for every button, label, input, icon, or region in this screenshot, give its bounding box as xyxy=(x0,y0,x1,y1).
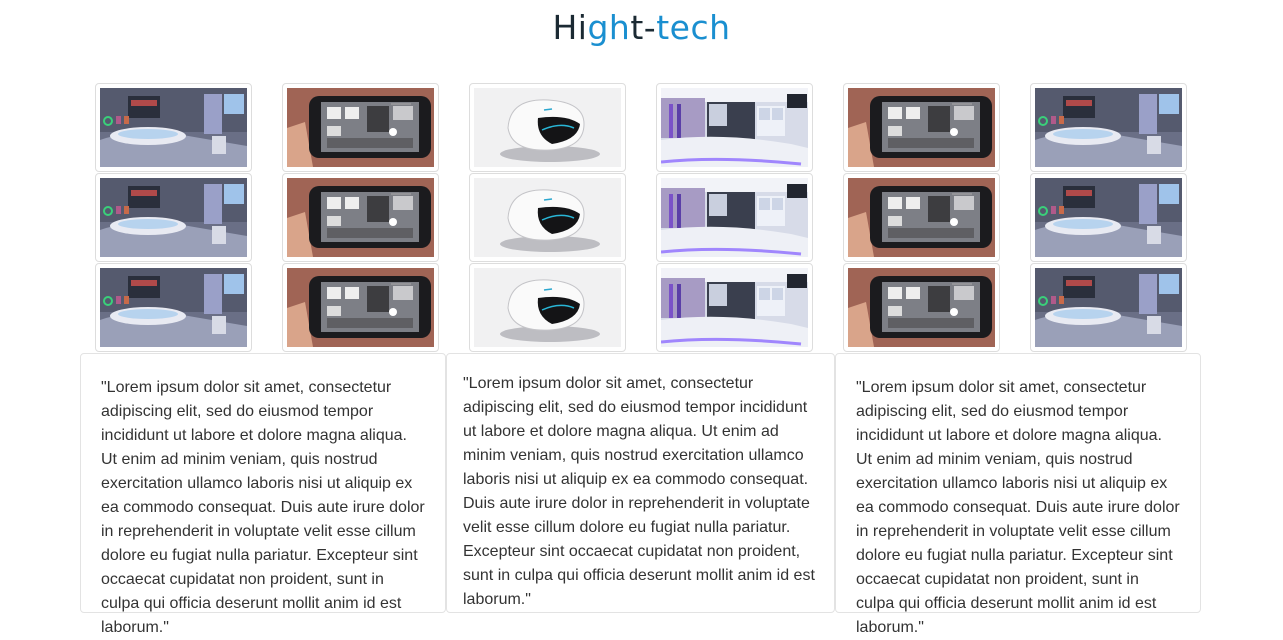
thumbnail[interactable] xyxy=(843,263,1000,352)
smartphone-app-image xyxy=(287,88,434,167)
kitchen-image xyxy=(661,88,808,167)
bathroom-image xyxy=(1035,178,1182,257)
text-card: "Lorem ipsum dolor sit amet, consectetur… xyxy=(835,353,1201,636)
bathroom-image xyxy=(100,268,247,347)
smartphone-app-image xyxy=(848,268,995,347)
bathroom-image xyxy=(1035,88,1182,167)
thumbnail[interactable] xyxy=(469,173,626,262)
bathroom-image xyxy=(100,178,247,257)
thumbnail[interactable] xyxy=(469,263,626,352)
smartphone-app-image xyxy=(848,178,995,257)
thumbnail[interactable] xyxy=(282,173,439,262)
card-text: "Lorem ipsum dolor sit amet, consectetur… xyxy=(463,375,815,608)
thumbnail[interactable] xyxy=(1030,263,1187,352)
kitchen-image xyxy=(661,268,808,347)
smart-device-image xyxy=(474,268,621,347)
logo-part: gh xyxy=(587,8,631,47)
thumbnail[interactable] xyxy=(843,83,1000,172)
text-card: "Lorem ipsum dolor sit amet, consectetur… xyxy=(446,353,835,613)
thumbnail[interactable] xyxy=(282,263,439,352)
logo-part: t- xyxy=(630,8,657,47)
card-text: "Lorem ipsum dolor sit amet, consectetur… xyxy=(856,379,1180,636)
smartphone-app-image xyxy=(287,268,434,347)
site-logo[interactable]: Hight-tech xyxy=(0,8,1283,48)
thumbnail[interactable] xyxy=(1030,83,1187,172)
kitchen-image xyxy=(661,178,808,257)
thumbnail[interactable] xyxy=(95,173,252,262)
bathroom-image xyxy=(1035,268,1182,347)
text-card: "Lorem ipsum dolor sit amet, consectetur… xyxy=(80,353,446,636)
smartphone-app-image xyxy=(848,88,995,167)
thumbnail[interactable] xyxy=(282,83,439,172)
thumbnail[interactable] xyxy=(843,173,1000,262)
logo-part: Hi xyxy=(552,8,588,47)
logo-part: tech xyxy=(656,8,731,47)
thumbnail[interactable] xyxy=(95,263,252,352)
thumbnail[interactable] xyxy=(95,83,252,172)
smartphone-app-image xyxy=(287,178,434,257)
thumbnail[interactable] xyxy=(656,173,813,262)
smart-device-image xyxy=(474,178,621,257)
thumbnail[interactable] xyxy=(469,83,626,172)
smart-device-image xyxy=(474,88,621,167)
card-text: "Lorem ipsum dolor sit amet, consectetur… xyxy=(101,379,425,636)
thumbnail[interactable] xyxy=(1030,173,1187,262)
bathroom-image xyxy=(100,88,247,167)
thumbnail[interactable] xyxy=(656,83,813,172)
thumbnail[interactable] xyxy=(656,263,813,352)
